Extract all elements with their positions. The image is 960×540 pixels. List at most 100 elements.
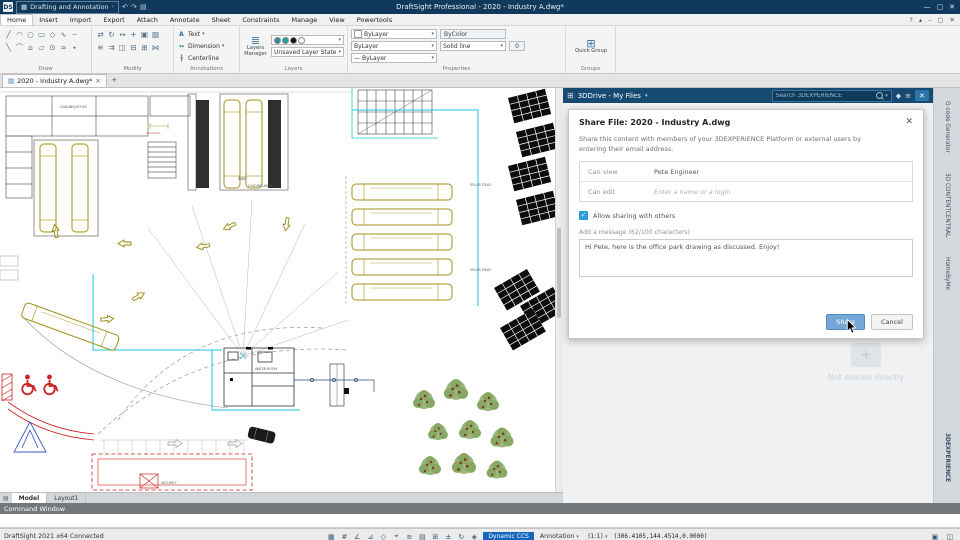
side-tab[interactable]: G-code Generator [944,94,950,160]
close-button[interactable]: ✕ [949,3,955,11]
draw-tool-icon[interactable]: ∙ [69,41,80,54]
draw-tool-icon[interactable]: ▭ [36,28,47,41]
text-tool[interactable]: A Text ▾ [177,28,236,40]
modify-tool-icon[interactable]: ↻ [106,28,117,41]
command-input[interactable] [0,514,960,528]
layers-manager-button[interactable]: ≣ Layers Manager [243,28,268,64]
side-tab-3dexperience[interactable]: 3DEXPERIENCE [944,426,950,489]
draw-tool-icon[interactable]: ⌂ [25,41,36,54]
status-toggle-icon[interactable]: ▤ [416,531,428,540]
quick-access-icon[interactable]: ↶ [122,3,128,11]
vertical-scrollbar[interactable] [555,88,563,493]
menu-item[interactable]: Insert [33,14,64,25]
cad-drawing[interactable]: LOADING/OFFICE 400 LOADING AREA SOLAR FI… [0,88,563,492]
can-edit-row[interactable]: Can edit Enter a name or a login [580,181,912,201]
status-right-icon[interactable]: ◫ [944,531,956,540]
draw-tool-icon[interactable]: ╲ [3,41,14,54]
layer-state-dropdown[interactable]: Unsaved Layer State ▾ [271,47,344,57]
modify-tool-icon[interactable]: ↔ [117,28,128,41]
doc-minimize-icon[interactable]: – [928,16,931,24]
message-textarea[interactable]: Hi Pete, here is the office park drawing… [579,239,913,278]
panel-close-button[interactable]: ✕ [915,90,930,101]
menu-item[interactable]: Sheet [206,14,237,25]
doc-close-icon[interactable]: ✕ [950,16,955,24]
bycolor-field[interactable]: ByColor [440,29,506,39]
dimension-tool[interactable]: ↔ Dimension ▾ [177,40,236,52]
status-toggle-icon[interactable]: ⊞ [429,531,441,540]
draw-tool-icon[interactable]: ◇ [47,28,58,41]
status-toggle-icon[interactable]: ∠ [351,531,363,540]
draw-tool-icon[interactable]: ◠ [14,28,25,41]
side-tab[interactable]: HomeByMe [944,250,950,297]
new-tab-button[interactable]: + [107,73,122,87]
modify-tool-icon[interactable]: ≋ [95,41,106,54]
scrollbar-thumb[interactable] [557,228,561,318]
draw-tool-icon[interactable]: ╱ [3,28,14,41]
linestyle-dropdown[interactable]: ByLayer ▾ [351,41,437,51]
draw-tool-icon[interactable]: ○ [25,28,36,41]
quick-access-icon[interactable]: ↷ [131,3,137,11]
status-toggle-icon[interactable]: ▦ [325,531,337,540]
search-input[interactable]: Search 3DEXPERIENCE ▾ [771,89,892,102]
centerline-tool[interactable]: ╂ Centerline [177,52,236,64]
draw-tool-icon[interactable]: ▱ [36,41,47,54]
tab-layout1[interactable]: Layout1 [47,493,87,503]
menu-item[interactable]: Annotate [164,14,206,25]
status-toggle-icon[interactable]: ◇ [377,531,389,540]
side-tab[interactable]: 3D CONTENTCENTRAL [944,166,950,244]
status-right-icon[interactable]: ▣ [929,531,941,540]
modify-tool-icon[interactable]: ⇄ [95,28,106,41]
modify-tool-icon[interactable]: ▨ [150,28,161,41]
checkbox-checked-icon[interactable]: ✓ [579,211,588,221]
modify-tool-icon[interactable]: ◫ [117,41,128,54]
modify-tool-icon[interactable]: ⇉ [106,41,117,54]
help-icon[interactable]: ? [909,16,912,24]
status-toggle-icon[interactable]: ⌖ [390,531,402,540]
dialog-close-icon[interactable]: ✕ [905,118,913,127]
layer-color-dropdown[interactable]: ▾ [271,35,344,45]
status-toggle-icon[interactable]: ◈ [468,531,480,540]
quick-group-button[interactable]: ⊞ Quick Group [569,28,613,64]
can-view-value[interactable]: Pete Engineer [654,168,699,176]
menu-item[interactable]: Constraints [236,14,285,25]
can-view-row[interactable]: Can view Pete Engineer [580,162,912,181]
modify-tool-icon[interactable]: + [128,28,139,41]
drawing-canvas[interactable]: LOADING/OFFICE 400 LOADING AREA SOLAR FI… [0,88,563,493]
draw-tool-icon[interactable]: ⊙ [47,41,58,54]
menu-item[interactable]: Attach [131,14,164,25]
scale-dropdown[interactable]: (1:1) ▾ [585,533,611,540]
maximize-button[interactable]: ▢ [937,3,944,11]
can-edit-input[interactable]: Enter a name or a login [654,188,731,196]
status-toggle-icon[interactable]: ⊿ [364,531,376,540]
cancel-button[interactable]: Cancel [870,314,913,330]
workspace-selector[interactable]: ▦ Drafting and Annotation ▾ [16,0,120,14]
status-toggle-icon[interactable]: # [338,531,350,540]
quick-access-icon[interactable]: ▤ [140,3,147,11]
annotation-scale-dropdown[interactable]: Annotation ▾ [537,533,582,540]
tab-model[interactable]: Model [11,493,48,503]
allow-sharing-row[interactable]: ✓ Allow sharing with others [579,211,913,221]
transparency-spinner[interactable]: 0 [509,41,525,51]
menu-item[interactable]: Export [97,14,130,25]
minimize-button[interactable]: — [924,3,931,11]
command-window-titlebar[interactable]: Command Window [0,503,960,514]
modify-tool-icon[interactable]: ▣ [139,28,150,41]
dynamic-ccs-toggle[interactable]: Dynamic CCS [483,532,534,540]
apps-grid-icon[interactable]: ⊞ [567,91,574,100]
draw-tool-icon[interactable]: ⌒ [14,41,25,54]
menu-item[interactable]: View [323,14,350,25]
status-toggle-icon[interactable]: ↻ [455,531,467,540]
modify-tool-icon[interactable]: ⋈ [150,41,161,54]
hamburger-menu-icon[interactable]: ≡ [905,92,911,100]
modify-tool-icon[interactable]: ⊞ [139,41,150,54]
document-tab[interactable]: ▤ 2020 - Industry A.dwg* ✕ [2,74,107,87]
menu-item[interactable]: Manage [285,14,323,25]
line-color-dropdown[interactable]: ByLayer ▾ [351,29,437,39]
collapse-ribbon-icon[interactable]: ▴ [919,16,922,24]
draw-tool-icon[interactable]: ∿ [58,28,69,41]
status-toggle-icon[interactable]: ≡ [403,531,415,540]
tab-close-icon[interactable]: ✕ [95,77,100,85]
menu-item[interactable]: Powertools [351,14,398,25]
panel-title[interactable]: 3DDrive - My Files [578,92,641,100]
linepattern-dropdown[interactable]: Solid line ▾ [440,41,506,51]
